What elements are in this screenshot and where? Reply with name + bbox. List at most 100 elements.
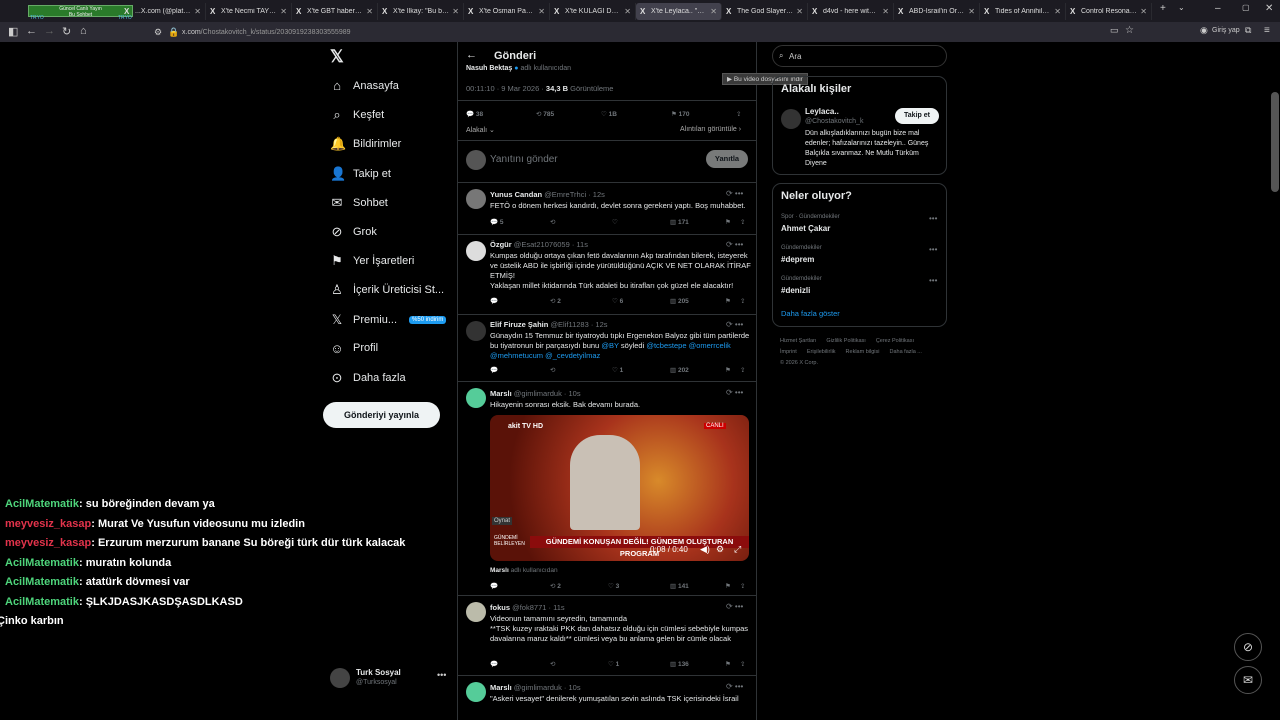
menu-icon[interactable]: ≡	[1264, 25, 1270, 36]
reply-input[interactable]: Yanıtını gönder	[490, 154, 558, 165]
close-tab-icon[interactable]: ✕	[538, 7, 545, 16]
user-name[interactable]: Özgür	[490, 240, 512, 249]
reply-tweet[interactable]: Marslı @gimlimarduk · 10s ⟳ ••• Hikayeni…	[458, 382, 756, 600]
bookmark-star-icon[interactable]: ☆	[1125, 25, 1134, 36]
url-bar[interactable]: ⚙ 🔒 x.com/Chostakovitch_k/status/2030919…	[152, 25, 1112, 40]
bookmark-icon[interactable]: ⚑	[725, 660, 731, 668]
close-tab-icon[interactable]: ✕	[366, 7, 373, 16]
avatar[interactable]	[466, 241, 486, 261]
nav-item-chat[interactable]: ✉ Sohbet	[330, 195, 388, 211]
nav-item-premium[interactable]: 𝕏 Premiu... %50 indirim	[330, 312, 447, 328]
like-icon[interactable]: ♡ 3	[608, 582, 619, 590]
footer-link[interactable]: © 2026 X Corp.	[780, 358, 818, 369]
footer-link[interactable]: Gizlilik Politikası	[826, 336, 865, 347]
fullscreen-icon[interactable]: ⤢	[734, 544, 741, 555]
repost-action[interactable]: ⟲ 785	[536, 110, 554, 118]
settings-icon[interactable]: ⚙	[716, 544, 724, 555]
sidebar-toggle-icon[interactable]: ◧	[8, 25, 18, 38]
reply-icon[interactable]: 💬	[490, 297, 498, 305]
nav-item-home[interactable]: ⌂ Anasayfa	[330, 78, 399, 93]
share-icon[interactable]: ⇪	[740, 582, 745, 590]
user-name[interactable]: Marslı	[490, 683, 512, 692]
share-icon[interactable]: ⇪	[740, 218, 745, 226]
like-icon[interactable]: ♡ 1	[608, 660, 619, 668]
more-dots-icon[interactable]: ⟳ •••	[726, 602, 743, 611]
minimize-icon[interactable]: –	[1215, 3, 1221, 14]
more-dots-icon[interactable]: •••	[929, 276, 937, 285]
tab-5[interactable]: X X'te KULAĞI DELİK HA…✕	[550, 3, 636, 20]
reply-tweet[interactable]: fokus @fok8771 · 11s ⟳ ••• Videonun tama…	[458, 596, 756, 676]
play-label[interactable]: Oynat	[492, 517, 513, 525]
more-dots-icon[interactable]: •••	[929, 214, 937, 223]
reload-icon[interactable]: ↻	[62, 25, 71, 38]
account-name[interactable]: Turk Sosyal	[356, 668, 401, 677]
messages-icon[interactable]: ✉	[1234, 666, 1262, 694]
tab-list-icon[interactable]: ⌄	[1178, 3, 1185, 12]
avatar[interactable]	[466, 189, 486, 209]
tab-2[interactable]: X X'te GBT haberi: "Erkek…✕	[292, 3, 378, 20]
sort-dropdown[interactable]: Alakalı ⌄	[466, 126, 495, 134]
reply-icon[interactable]: 💬	[490, 582, 498, 590]
nav-item-profile[interactable]: ☺ Profil	[330, 341, 378, 356]
footer-link[interactable]: Hizmet Şartları	[780, 336, 816, 347]
tab-11[interactable]: X Control Resonant - G…✕	[1066, 3, 1152, 20]
reply-icon[interactable]: 💬	[490, 366, 498, 374]
home-icon[interactable]: ⌂	[80, 25, 87, 37]
close-window-icon[interactable]: ✕	[1265, 3, 1273, 14]
more-dots-icon[interactable]: ⟳ •••	[726, 189, 743, 198]
back-icon[interactable]: ←	[26, 25, 37, 37]
close-tab-icon[interactable]: ✕	[796, 7, 803, 16]
close-tab-icon[interactable]: ✕	[882, 7, 889, 16]
tab-4[interactable]: X X'te Osman Pamukoğ…✕	[464, 3, 550, 20]
extensions-icon[interactable]: ⧉	[1245, 25, 1251, 36]
repost-icon[interactable]: ⟲	[550, 660, 555, 668]
repost-icon[interactable]: ⟲	[550, 366, 555, 374]
tab-7[interactable]: X The God Slayer - Gam…✕	[722, 3, 808, 20]
tab-9[interactable]: X ABD-İsrail'in Ortadoğ…✕	[894, 3, 980, 20]
mention-link[interactable]: @BY	[601, 341, 618, 350]
views-icon[interactable]: ▥ 136	[670, 660, 689, 668]
like-action[interactable]: ♡ 1B	[601, 110, 617, 118]
search-input[interactable]: ⌕ Ara	[772, 45, 947, 67]
scrollbar[interactable]	[1271, 92, 1279, 192]
repost-icon[interactable]: ⟲ 2	[550, 297, 561, 305]
reply-icon[interactable]: 💬	[490, 660, 498, 668]
avatar[interactable]	[781, 109, 801, 129]
footer-link[interactable]: Daha fazla ...	[889, 347, 921, 358]
maximize-icon[interactable]: ▢	[1242, 3, 1250, 12]
grok-icon[interactable]: ⊘	[1234, 633, 1262, 661]
nav-item-explore[interactable]: ⌕ Keşfet	[330, 107, 384, 123]
close-tab-icon[interactable]: ✕	[280, 7, 287, 16]
avatar[interactable]	[466, 321, 486, 341]
bookmark-icon[interactable]: ⚑	[725, 366, 731, 374]
x-logo-icon[interactable]: 𝕏	[330, 47, 344, 67]
post-button[interactable]: Gönderiyi yayınla	[323, 402, 440, 428]
back-arrow-icon[interactable]: ←	[466, 49, 477, 61]
reply-icon[interactable]: 💬 5	[490, 218, 504, 226]
show-more-link[interactable]: Daha fazla göster	[781, 309, 840, 318]
more-dots-icon[interactable]: ⟳ •••	[726, 682, 743, 691]
mention-link[interactable]: @tcbestepe	[646, 341, 686, 350]
footer-link[interactable]: Çerez Politikası	[876, 336, 914, 347]
more-dots-icon[interactable]: •••	[929, 245, 937, 254]
more-dots-icon[interactable]: •••	[437, 670, 446, 680]
views-icon[interactable]: ▥ 205	[670, 297, 689, 305]
more-dots-icon[interactable]: ⟳ •••	[726, 320, 743, 329]
account-icon[interactable]: ◉	[1200, 25, 1208, 36]
quotes-link[interactable]: Alıntıları görüntüle ›	[680, 126, 741, 133]
share-icon[interactable]: ⇪	[740, 297, 745, 305]
avatar[interactable]	[330, 668, 350, 688]
tab-0[interactable]: X ...X.com (@platcomi...✕	[120, 3, 206, 20]
reply-tweet[interactable]: Özgür @Esat21076059 · 11s ⟳ ••• Kumpas o…	[458, 235, 756, 315]
like-icon[interactable]: ♡	[612, 218, 618, 226]
nav-item-creator-studio[interactable]: ♙ İçerik Üreticisi St...	[330, 282, 444, 298]
nav-item-notifications[interactable]: 🔔 Bildirimler	[330, 136, 401, 152]
reader-icon[interactable]: ▭	[1110, 25, 1119, 36]
close-tab-icon[interactable]: ✕	[1054, 7, 1061, 16]
trend-name[interactable]: Ahmet Çakar	[781, 224, 830, 233]
close-tab-icon[interactable]: ✕	[1140, 7, 1147, 16]
footer-link[interactable]: Reklam bilgisi	[846, 347, 880, 358]
like-icon[interactable]: ♡ 1	[612, 366, 623, 374]
video-player[interactable]: akit TV HD CANLI Oynat GÜNDEMİ BELİRLEYE…	[490, 415, 749, 561]
bookmark-icon[interactable]: ⚑	[725, 218, 731, 226]
